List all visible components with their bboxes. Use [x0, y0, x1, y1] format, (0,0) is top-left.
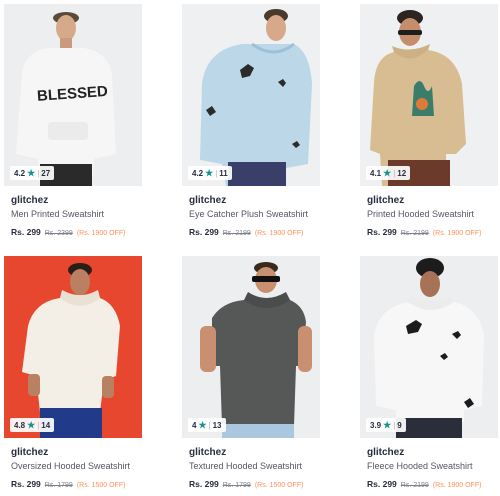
product-name: Men Printed Sweatshirt: [11, 209, 105, 219]
product-card[interactable]: 3.9 ★ | 9 glitchez Fleece Hooded Sweatsh…: [360, 256, 498, 496]
mrp: Rs. 2399: [44, 230, 73, 237]
price-row: Rs. 299 Rs. 1799 (Rs. 1500 OFF): [11, 479, 142, 489]
rating-badge: 4.8 ★ | 14: [10, 418, 55, 432]
product-card[interactable]: BLESSED 4.2 ★ | 27 glitchez Men Printed …: [4, 4, 142, 244]
price-row: Rs. 299 Rs. 2199 (Rs. 1900 OFF): [189, 227, 320, 237]
price: Rs. 299: [11, 227, 41, 237]
product-card[interactable]: 4 ★ | 13 glitchez Textured Hooded Sweats…: [182, 256, 320, 496]
price-row: Rs. 299 Rs. 2199 (Rs. 1900 OFF): [367, 479, 498, 489]
mrp: Rs. 1799: [44, 482, 73, 489]
star-icon: ★: [205, 167, 214, 178]
star-icon: ★: [198, 419, 207, 430]
brand-name: glitchez: [189, 195, 227, 206]
product-image[interactable]: 4.2 ★ | 11: [182, 4, 320, 186]
price: Rs. 299: [367, 479, 397, 489]
rating-badge: 4 ★ | 13: [188, 418, 226, 432]
divider: |: [37, 168, 40, 178]
discount: (Rs. 1900 OFF): [76, 230, 126, 237]
review-count: 11: [219, 168, 228, 178]
review-count: 14: [41, 420, 51, 430]
product-name: Fleece Hooded Sweatshirt: [367, 461, 473, 471]
product-card[interactable]: 4.1 ★ | 12 glitchez Printed Hooded Sweat…: [360, 4, 498, 244]
mrp: Rs. 2199: [400, 230, 429, 237]
product-name: Textured Hooded Sweatshirt: [189, 461, 303, 471]
review-count: 13: [212, 420, 222, 430]
review-count: 9: [397, 420, 402, 430]
rating-badge: 3.9 ★ | 9: [366, 418, 406, 432]
review-count: 12: [397, 168, 407, 178]
price-row: Rs. 299 Rs. 1799 (Rs. 1500 OFF): [189, 479, 320, 489]
product-image[interactable]: BLESSED 4.2 ★ | 27: [4, 4, 142, 186]
brand-name: glitchez: [11, 195, 49, 206]
rating-badge: 4.2 ★ | 27: [10, 166, 55, 180]
rating-value: 4.8: [14, 420, 26, 430]
product-image[interactable]: 4 ★ | 13: [182, 256, 320, 438]
brand-name: glitchez: [367, 447, 405, 458]
brand-name: glitchez: [367, 195, 405, 206]
discount: (Rs. 1500 OFF): [254, 482, 304, 489]
price-row: Rs. 299 Rs. 2399 (Rs. 1900 OFF): [11, 227, 142, 237]
price: Rs. 299: [11, 479, 41, 489]
rating-value: 4.1: [370, 168, 382, 178]
rating-value: 4.2: [14, 168, 26, 178]
discount: (Rs. 1900 OFF): [432, 230, 482, 237]
product-image[interactable]: 4.1 ★ | 12: [360, 4, 498, 186]
product-card[interactable]: 4.2 ★ | 11 glitchez Eye Catcher Plush Sw…: [182, 4, 320, 244]
star-icon: ★: [27, 167, 36, 178]
discount: (Rs. 1500 OFF): [76, 482, 126, 489]
divider: |: [37, 420, 40, 430]
rating-value: 4: [192, 420, 197, 430]
discount: (Rs. 1900 OFF): [432, 482, 482, 489]
review-count: 27: [41, 168, 51, 178]
price: Rs. 299: [189, 479, 219, 489]
product-name: Printed Hooded Sweatshirt: [367, 209, 475, 219]
price-row: Rs. 299 Rs. 2199 (Rs. 1900 OFF): [367, 227, 498, 237]
mrp: Rs. 1799: [222, 482, 251, 489]
discount: (Rs. 1900 OFF): [254, 230, 304, 237]
brand-name: glitchez: [11, 447, 49, 458]
product-grid: BLESSED 4.2 ★ | 27 glitchez Men Printed …: [4, 4, 498, 496]
divider: |: [393, 168, 396, 178]
product-name: Oversized Hooded Sweatshirt: [11, 461, 131, 471]
star-icon: ★: [383, 167, 392, 178]
divider: |: [393, 420, 396, 430]
rating-badge: 4.1 ★ | 12: [366, 166, 411, 180]
product-image[interactable]: 4.8 ★ | 14: [4, 256, 142, 438]
price: Rs. 299: [189, 227, 219, 237]
star-icon: ★: [27, 419, 36, 430]
product-card[interactable]: 4.8 ★ | 14 glitchez Oversized Hooded Swe…: [4, 256, 142, 496]
star-icon: ★: [383, 419, 392, 430]
rating-badge: 4.2 ★ | 11: [188, 166, 232, 180]
mrp: Rs. 2199: [400, 482, 429, 489]
divider: |: [215, 168, 218, 178]
divider: |: [208, 420, 211, 430]
product-image[interactable]: 3.9 ★ | 9: [360, 256, 498, 438]
product-name: Eye Catcher Plush Sweatshirt: [189, 209, 309, 219]
brand-name: glitchez: [189, 447, 227, 458]
rating-value: 4.2: [192, 168, 204, 178]
price: Rs. 299: [367, 227, 397, 237]
mrp: Rs. 2199: [222, 230, 251, 237]
rating-value: 3.9: [370, 420, 382, 430]
